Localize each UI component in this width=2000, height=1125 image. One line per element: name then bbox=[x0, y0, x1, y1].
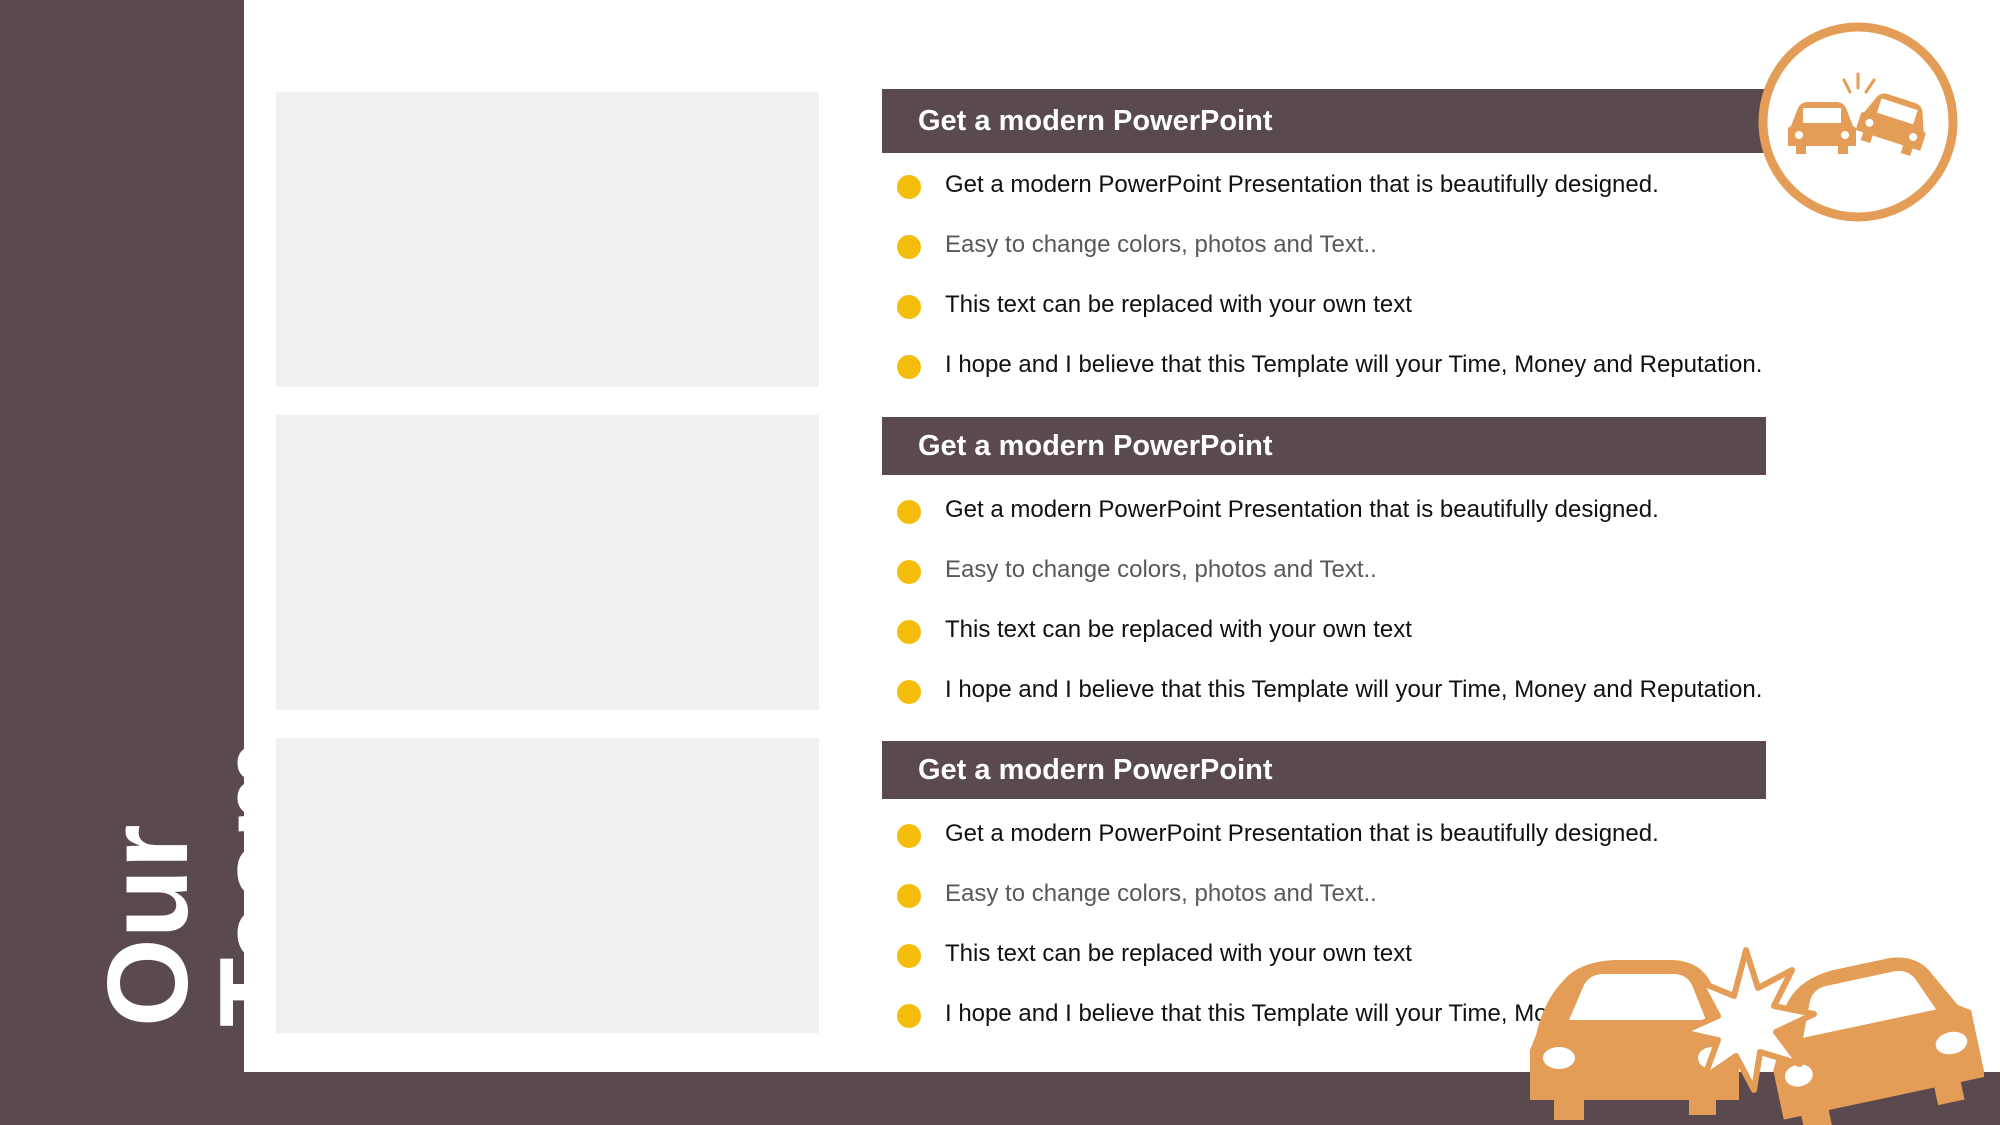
bullet-item: Easy to change colors, photos and Text.. bbox=[897, 230, 1997, 290]
bullet-dot-icon bbox=[897, 620, 921, 644]
bullet-item: Easy to change colors, photos and Text.. bbox=[897, 879, 1997, 939]
bullet-item: Easy to change colors, photos and Text.. bbox=[897, 555, 1997, 615]
bullet-dot-icon bbox=[897, 295, 921, 319]
car-crash-icon bbox=[1530, 947, 1984, 1125]
section-1-header: Get a modern PowerPoint bbox=[882, 89, 1766, 153]
bullet-dot-icon bbox=[897, 680, 921, 704]
bullet-item: I hope and I believe that this Template … bbox=[897, 350, 1997, 410]
bullet-dot-icon bbox=[897, 175, 921, 199]
bullet-dot-icon bbox=[897, 824, 921, 848]
bullet-dot-icon bbox=[897, 884, 921, 908]
bullet-dot-icon bbox=[897, 944, 921, 968]
bullet-item: This text can be replaced with your own … bbox=[897, 615, 1997, 675]
bullet-dot-icon bbox=[897, 355, 921, 379]
car-crash-circle-icon bbox=[1758, 22, 1958, 222]
bullet-dot-icon bbox=[897, 235, 921, 259]
section-2-bullet-list: Get a modern PowerPoint Presentation tha… bbox=[897, 495, 1997, 735]
bullet-dot-icon bbox=[897, 1004, 921, 1028]
bullet-item: This text can be replaced with your own … bbox=[897, 290, 1997, 350]
section-3-header: Get a modern PowerPoint bbox=[882, 741, 1766, 799]
bullet-dot-icon bbox=[897, 500, 921, 524]
section-2-header: Get a modern PowerPoint bbox=[882, 417, 1766, 475]
photo-placeholder-2[interactable] bbox=[276, 415, 819, 710]
photo-placeholder-3[interactable] bbox=[276, 738, 819, 1033]
photo-placeholder-1[interactable] bbox=[276, 92, 819, 387]
bullet-item: Get a modern PowerPoint Presentation tha… bbox=[897, 819, 1997, 879]
bullet-item: Get a modern PowerPoint Presentation tha… bbox=[897, 495, 1997, 555]
bullet-dot-icon bbox=[897, 560, 921, 584]
bullet-item: I hope and I believe that this Template … bbox=[897, 675, 1997, 735]
